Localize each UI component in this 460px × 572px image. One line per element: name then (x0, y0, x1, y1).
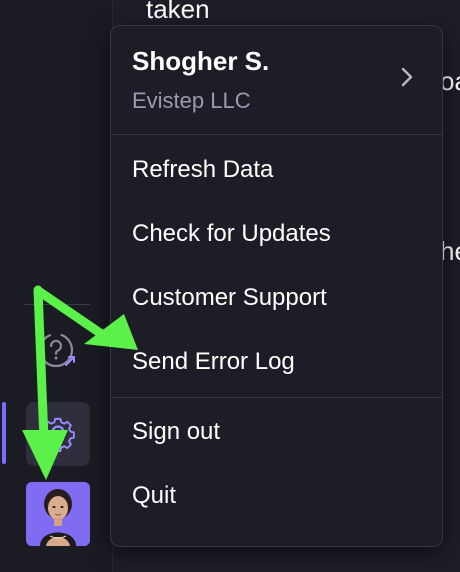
app-window: taken oa he (0, 0, 460, 572)
menu-item-quit[interactable]: Quit (132, 482, 176, 510)
avatar[interactable] (26, 482, 90, 546)
account-header[interactable]: Shogher S. Evistep LLC (111, 26, 442, 134)
company-name: Evistep LLC (132, 88, 251, 113)
question-mark-icon (36, 329, 80, 378)
menu-item-customer-support[interactable]: Customer Support (132, 284, 327, 312)
help-button[interactable] (26, 326, 90, 380)
user-avatar-image (26, 482, 90, 546)
menu-divider (111, 134, 442, 135)
background-text-fragment: he (440, 236, 460, 266)
sidebar-divider (24, 304, 90, 305)
menu-item-refresh-data[interactable]: Refresh Data (132, 156, 273, 184)
user-name: Shogher S. (132, 46, 270, 76)
account-menu: Shogher S. Evistep LLC Refresh Data Chec… (110, 25, 443, 547)
background-text-fragment: oa (440, 66, 460, 96)
gear-icon (38, 412, 78, 457)
menu-item-sign-out[interactable]: Sign out (132, 418, 220, 446)
chevron-right-icon (400, 66, 414, 93)
menu-item-check-for-updates[interactable]: Check for Updates (132, 220, 331, 248)
active-indicator (2, 402, 6, 464)
menu-item-send-error-log[interactable]: Send Error Log (132, 348, 295, 376)
background-text-taken: taken (146, 0, 210, 24)
sidebar (0, 0, 113, 572)
menu-divider (111, 397, 442, 398)
settings-button[interactable] (26, 402, 90, 466)
